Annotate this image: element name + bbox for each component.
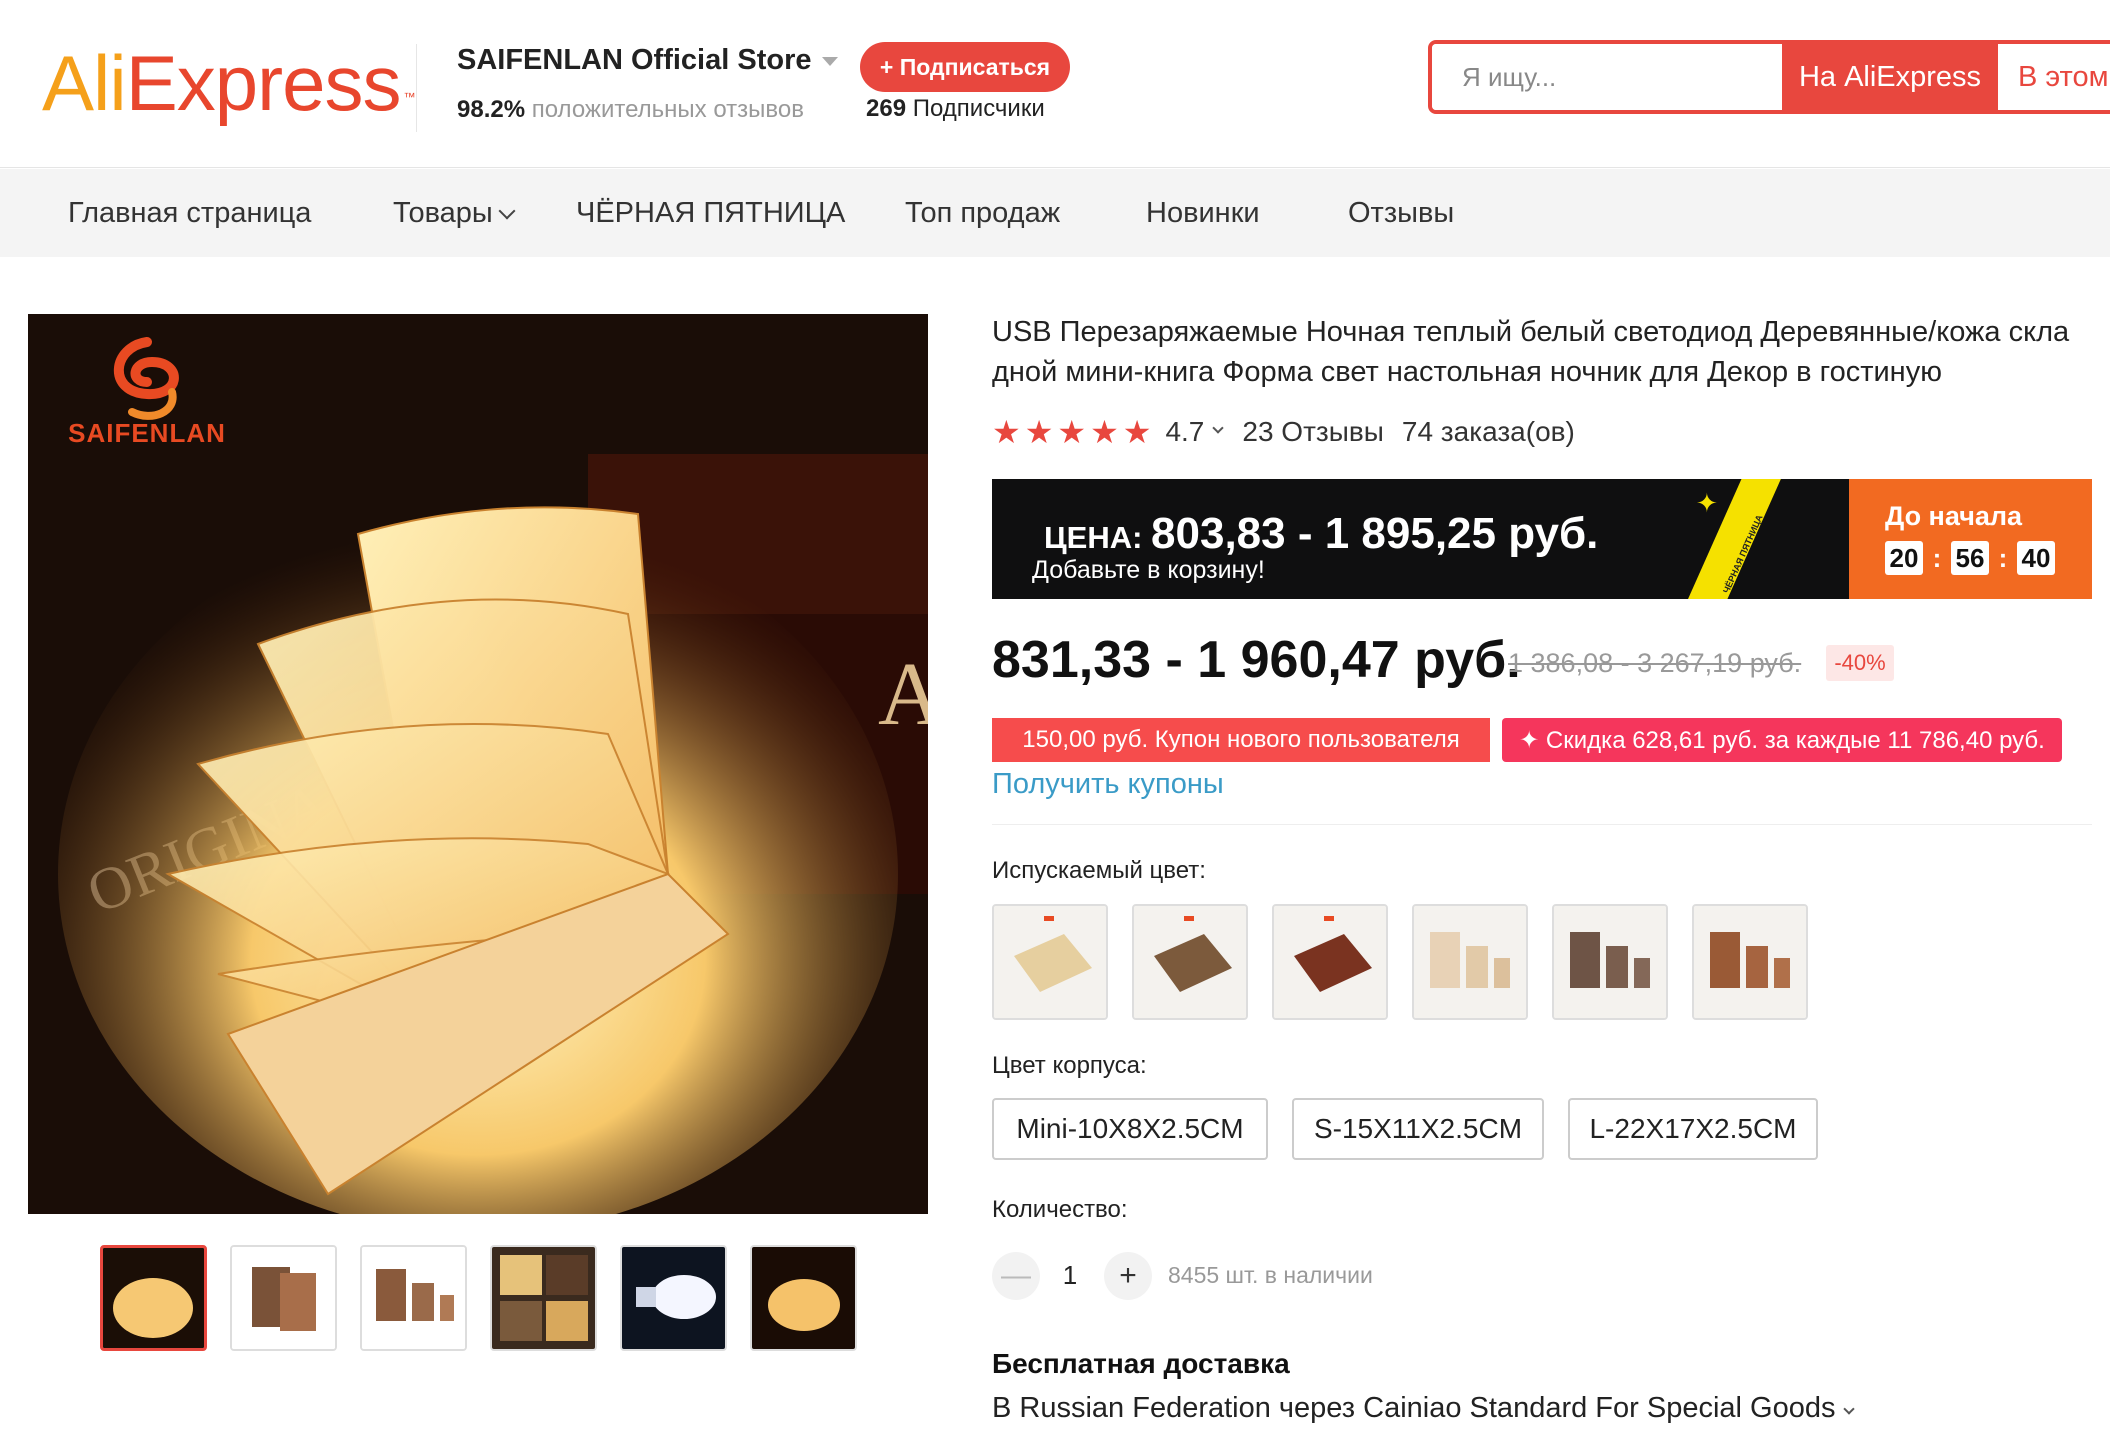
search-store-button[interactable]: В этом: [2000, 44, 2110, 110]
sparkle-icon: ✦: [1696, 488, 1718, 518]
color-label: Испускаемый цвет:: [992, 857, 1206, 884]
nav-item-label: Товары: [393, 197, 493, 229]
subscribe-button[interactable]: + Подписаться: [860, 42, 1070, 92]
color-swatch-1[interactable]: [992, 904, 1108, 1020]
nav-item-label: Новинки: [1146, 197, 1260, 229]
store-discount-coupon[interactable]: ✦ Скидка 628,61 руб. за каждые 11 786,40…: [1502, 718, 2062, 762]
countdown-timer: 20 : 56 : 40: [1885, 541, 2055, 575]
shipping-method-text: В Russian Federation через Cainiao Stand…: [992, 1392, 1836, 1424]
star-icon: ★: [992, 414, 1021, 450]
quantity-value[interactable]: 1: [1060, 1260, 1080, 1291]
caret-down-icon[interactable]: [821, 56, 838, 66]
color-swatch-3[interactable]: [1272, 904, 1388, 1020]
rating-value[interactable]: 4.7: [1165, 416, 1204, 448]
thumbnail-3[interactable]: [360, 1245, 467, 1351]
get-coupons-link[interactable]: Получить купоны: [992, 768, 1224, 801]
size-option-s[interactable]: S-15X11X2.5CM: [1292, 1098, 1544, 1160]
logo-ali: Ali: [42, 39, 127, 127]
countdown-label: До начала: [1885, 501, 2023, 531]
promo-cart-hint: Добавьте в корзину!: [1032, 556, 1265, 584]
countdown-hours: 20: [1885, 541, 1923, 575]
body-color-label: Цвет корпуса:: [992, 1052, 1147, 1079]
quantity-increment-button[interactable]: +: [1104, 1252, 1152, 1300]
nav-item-top-sales[interactable]: Топ продаж: [905, 169, 1060, 257]
search-input[interactable]: [1432, 44, 1782, 110]
aliexpress-logo[interactable]: AliExpress ™: [42, 38, 415, 128]
svg-text:A: A: [878, 645, 928, 744]
store-rating-label: положительных отзывов: [531, 96, 804, 123]
store-name-text: SAIFENLAN Official Store: [457, 44, 812, 76]
promo-price-label: ЦЕНА:: [1044, 520, 1143, 555]
star-icon: ★: [1090, 414, 1119, 450]
header-divider: [416, 44, 417, 132]
chevron-down-icon: [498, 202, 516, 220]
store-rating-value: 98.2%: [457, 96, 526, 123]
reviews-link[interactable]: 23 Отзывы: [1242, 416, 1384, 448]
countdown-separator: :: [1998, 542, 2008, 573]
rating-row: ★ ★ ★ ★ ★ 4.7 23 Отзывы 74 заказа(ов): [992, 414, 1575, 450]
nav-item-products[interactable]: Товары: [393, 169, 516, 257]
quantity-label: Количество:: [992, 1196, 1128, 1223]
product-title: USB Перезаряжаемые Ночная теплый белый с…: [992, 316, 2070, 388]
promo-banner: ЦЕНА: 803,83 - 1 895,25 руб. Добавьте в …: [992, 479, 2092, 599]
nav-item-new[interactable]: Новинки: [1146, 169, 1260, 257]
nav-item-label: Главная страница: [68, 197, 312, 229]
shipping-title: Бесплатная доставка: [992, 1348, 1290, 1379]
nav-item-label: ЧЁРНАЯ ПЯТНИЦА: [576, 197, 846, 229]
star-icon: ★: [1122, 414, 1152, 450]
logo-express: Express: [125, 39, 402, 127]
color-swatch-5[interactable]: [1552, 904, 1668, 1020]
star-icon: ★: [1024, 414, 1054, 450]
thumbnail-4[interactable]: [490, 1245, 597, 1351]
nav-item-black-friday[interactable]: ЧЁРНАЯ ПЯТНИЦА: [576, 169, 845, 257]
stock-count: 8455 шт. в наличии: [1168, 1262, 1373, 1288]
search-box: На AliExpress В этом: [1428, 40, 2110, 114]
followers-count: 269: [866, 95, 907, 122]
original-price: 1 386,08 - 3 267,19 руб.: [1508, 648, 1802, 678]
quantity-decrement-button[interactable]: —: [992, 1252, 1040, 1300]
brand-name: SAIFENLAN: [68, 418, 226, 448]
nav-item-label: Топ продаж: [905, 197, 1061, 229]
followers: 269 Подписчики: [866, 95, 1045, 123]
thumbnail-2[interactable]: [230, 1245, 337, 1351]
nav-item-reviews[interactable]: Отзывы: [1348, 169, 1454, 257]
star-icon: ★: [1057, 414, 1087, 450]
orders-count: 74 заказа(ов): [1401, 416, 1575, 447]
new-user-coupon[interactable]: 150,00 руб. Купон нового пользователя: [992, 718, 1490, 762]
thumbnail-5[interactable]: [620, 1245, 727, 1351]
thumbnail-1[interactable]: [100, 1245, 207, 1351]
color-swatch-4[interactable]: [1412, 904, 1528, 1020]
promo-price-value: 803,83 - 1 895,25 руб.: [1151, 509, 1599, 558]
thumbnail-strip: [100, 1245, 860, 1351]
countdown-seconds: 40: [2017, 541, 2055, 575]
color-swatch-6[interactable]: [1692, 904, 1808, 1020]
countdown-minutes: 56: [1951, 541, 1989, 575]
chevron-down-icon[interactable]: [1212, 422, 1225, 434]
site-header: AliExpress ™ SAIFENLAN Official Store 98.…: [0, 0, 2110, 168]
store-nav: Главная страница Товары ЧЁРНАЯ ПЯТНИЦА Т…: [0, 169, 2110, 257]
rating-stars: ★ ★ ★ ★ ★: [992, 416, 1151, 448]
logo-tm: ™: [403, 90, 415, 104]
discount-badge: -40%: [1826, 645, 1894, 681]
color-swatch-2[interactable]: [1132, 904, 1248, 1020]
nav-item-home[interactable]: Главная страница: [68, 169, 311, 257]
nav-item-label: Отзывы: [1348, 197, 1455, 229]
countdown-panel: До начала 20 : 56 : 40: [1849, 479, 2092, 599]
promo-price: ЦЕНА: 803,83 - 1 895,25 руб.: [1044, 509, 1598, 559]
store-name[interactable]: SAIFENLAN Official Store: [457, 44, 838, 77]
product-main-image[interactable]: A ORIGINALS SAIFENLAN: [28, 314, 928, 1214]
product-price: 831,33 - 1 960,47 руб.: [992, 631, 1521, 689]
countdown-separator: :: [1932, 542, 1942, 573]
chevron-down-icon[interactable]: [1843, 1403, 1856, 1415]
search-aliexpress-button[interactable]: На AliExpress: [1782, 44, 1998, 110]
divider: [992, 824, 2092, 825]
shipping-method[interactable]: В Russian Federation через Cainiao Stand…: [992, 1392, 1873, 1425]
store-rating: 98.2% положительных отзывов: [457, 96, 804, 124]
followers-label: Подписчики: [912, 95, 1045, 122]
size-option-mini[interactable]: Mini-10X8X2.5CM: [992, 1098, 1268, 1160]
thumbnail-6[interactable]: [750, 1245, 857, 1351]
size-option-l[interactable]: L-22X17X2.5CM: [1568, 1098, 1818, 1160]
